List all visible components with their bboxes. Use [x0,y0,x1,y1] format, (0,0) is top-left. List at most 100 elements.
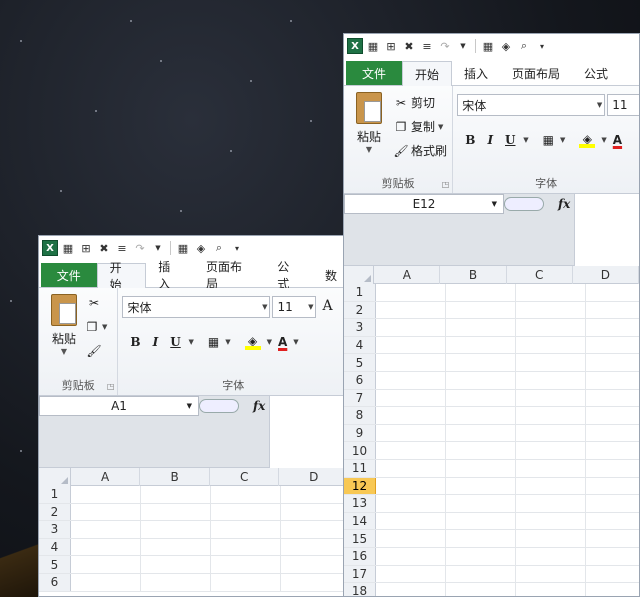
cell[interactable] [211,503,281,521]
cell[interactable] [376,319,446,336]
column-header[interactable]: B [440,266,507,284]
cell[interactable] [516,495,586,512]
print-preview-icon[interactable]: ⌕ [516,37,532,55]
cell[interactable] [516,477,586,495]
freeze-panes-icon[interactable]: ⊞ [383,37,399,55]
cell[interactable] [281,574,349,591]
row-header[interactable]: 6 [344,371,376,389]
select-all-button[interactable] [39,468,71,486]
cell[interactable] [446,336,516,354]
customize-toolbar-icon[interactable]: ▾ [534,37,550,55]
cell[interactable] [446,319,516,336]
insert-function-button[interactable]: fx [558,197,570,211]
name-box[interactable]: E12 ▼ [344,194,504,214]
cell[interactable] [376,336,446,354]
fill-color-icon[interactable]: ◈ [579,132,596,148]
cell[interactable] [281,521,349,538]
chevron-down-icon[interactable]: ▼ [601,136,606,144]
cell[interactable] [376,424,446,442]
print-preview-icon[interactable]: ⌕ [211,239,227,257]
cell[interactable] [446,389,516,407]
cell[interactable] [516,442,586,459]
tab-formulas[interactable]: 公式 [265,260,313,291]
cell[interactable] [376,583,446,596]
cell[interactable] [71,503,141,521]
align-icon[interactable]: ≡ [114,239,130,257]
row-header[interactable]: 18 [344,583,376,596]
cell[interactable] [586,583,639,596]
align-icon[interactable]: ≡ [419,37,435,55]
font-color-button[interactable]: A [278,335,287,349]
row-header[interactable]: 3 [39,521,71,538]
redo-icon[interactable]: ↷ [132,239,148,257]
excel-app-icon[interactable]: X [347,37,363,55]
delete-icon[interactable]: ✖ [96,239,112,257]
cell[interactable] [446,371,516,389]
cell[interactable] [586,442,639,459]
cell[interactable] [446,301,516,319]
cell[interactable] [71,521,141,538]
cell[interactable] [516,407,586,424]
freeze-panes-icon[interactable]: ⊞ [78,239,94,257]
fill-color-icon[interactable]: ◈ [193,239,209,257]
cell[interactable] [211,556,281,573]
row-header[interactable]: 4 [39,538,71,556]
cell[interactable] [586,530,639,547]
tab-page-layout[interactable]: 页面布局 [500,61,572,85]
cell[interactable] [586,478,639,495]
cell[interactable] [446,354,516,371]
cell[interactable] [376,512,446,530]
row-header[interactable]: 7 [344,389,376,407]
row-header[interactable]: 16 [344,547,376,565]
select-all-button[interactable] [344,266,375,284]
dialog-launcher-icon[interactable]: ◳ [107,382,115,391]
cut-button[interactable]: ✂ 剪切 [394,94,435,111]
redo-icon[interactable]: ↷ [437,37,453,55]
dropdown-arrow-icon[interactable]: ▼ [455,37,471,55]
cell[interactable] [446,530,516,547]
formula-input[interactable] [574,194,639,266]
copy-button[interactable]: ❐ 复制 ▼ [394,118,444,135]
insert-function-button[interactable]: fx [253,399,265,413]
copy-button[interactable]: ❐ ▼ [85,320,108,334]
paste-button[interactable]: 粘贴 ▼ [352,92,386,154]
fill-color-icon[interactable]: ◈ [244,334,261,350]
excel-app-icon[interactable]: X [42,239,58,257]
cell[interactable] [376,407,446,424]
column-header[interactable]: C [507,266,573,284]
cell[interactable] [516,354,586,371]
dialog-launcher-icon[interactable]: ◳ [442,180,450,189]
cell[interactable] [586,425,639,442]
cell[interactable] [141,521,211,538]
font-size-select[interactable]: 11 ▼ [272,296,317,318]
paste-button[interactable]: 粘贴 ▼ [47,294,81,356]
cell[interactable] [376,284,446,301]
cell[interactable] [141,538,211,556]
row-header[interactable]: 2 [39,503,71,521]
cell[interactable] [376,495,446,512]
cell[interactable] [141,503,211,521]
tab-home[interactable]: 开始 [96,261,147,292]
row-header-selected[interactable]: 12 [344,477,376,495]
cell[interactable] [141,486,211,503]
cell[interactable] [446,442,516,459]
underline-button[interactable]: U [168,335,182,349]
cell[interactable] [376,389,446,407]
expand-handle[interactable] [199,399,239,413]
cell[interactable] [376,565,446,583]
column-header[interactable]: B [140,468,210,486]
cell[interactable] [516,389,586,407]
grow-font-button[interactable]: A [322,298,332,314]
row-header[interactable]: 3 [344,319,376,336]
chevron-down-icon[interactable]: ▼ [560,136,565,144]
cell[interactable] [141,573,211,591]
row-header[interactable]: 2 [344,301,376,319]
cell[interactable] [376,530,446,547]
font-name-select[interactable]: 宋体 ▼ [122,296,271,318]
row-header[interactable]: 10 [344,442,376,459]
chevron-down-icon[interactable]: ▼ [267,338,272,346]
cell[interactable] [446,583,516,596]
delete-icon[interactable]: ✖ [401,37,417,55]
cell[interactable] [516,301,586,319]
row-header[interactable]: 5 [39,556,71,573]
